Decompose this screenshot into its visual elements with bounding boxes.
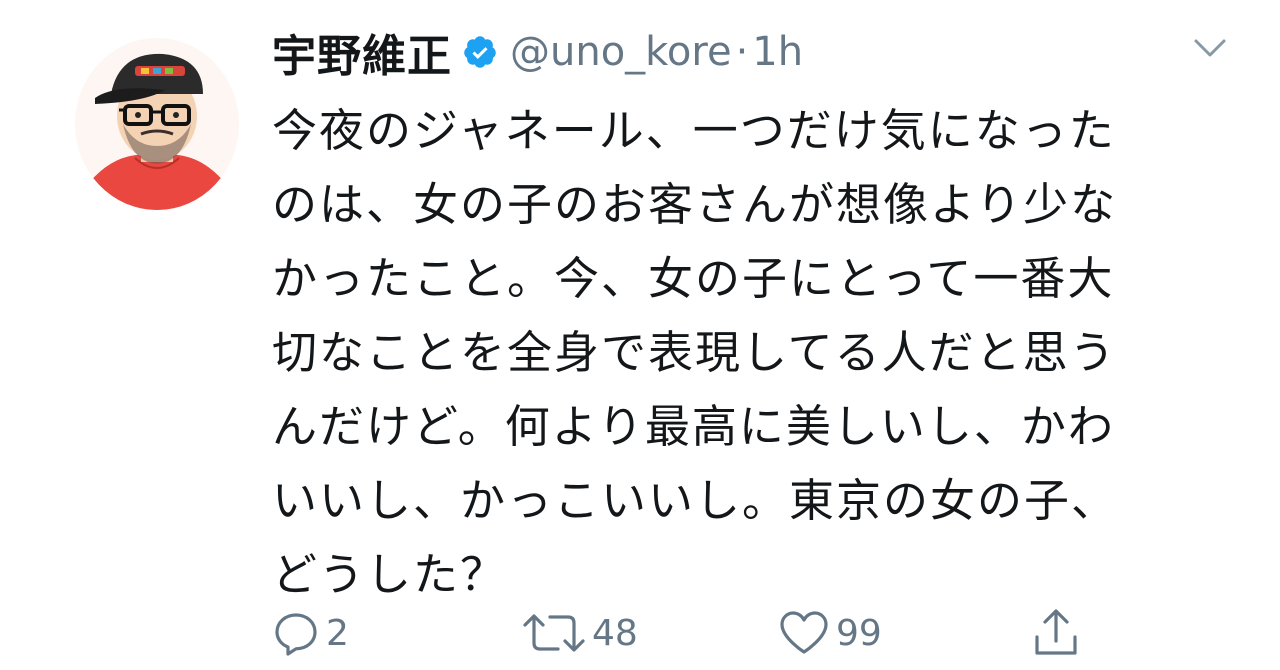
tweet-text-line: かったこと。今、女の子にとって一番大 — [272, 252, 1115, 305]
tweet-card[interactable]: 宇野維正 @uno_kore · 1h 今夜のジャネール、一つだけ気になった の… — [0, 0, 1280, 670]
display-name[interactable]: 宇野維正 — [272, 20, 452, 84]
share-icon — [1032, 607, 1080, 659]
avatar[interactable] — [75, 38, 239, 210]
tweet-text-line: んだけど。何より最高に美しいし、かわ — [272, 400, 1115, 453]
reply-count: 2 — [326, 612, 349, 654]
tweet-header: 宇野維正 @uno_kore · 1h — [272, 20, 803, 84]
like-count: 99 — [836, 612, 882, 654]
avatar-illustration — [75, 53, 239, 210]
tweet-text-line: 切なことを全身で表現してる人だと思う — [272, 326, 1117, 379]
tweet-text-line: のは、女の子のお客さんが想像より少な — [272, 178, 1118, 231]
tweet-actions: 2 48 99 — [272, 605, 1112, 661]
heart-icon — [778, 609, 830, 657]
tweet-text: 今夜のジャネール、一つだけ気になった のは、女の子のお客さんが想像より少な かっ… — [272, 94, 1202, 612]
user-handle[interactable]: @uno_kore — [510, 29, 732, 75]
tweet-text-line: 今夜のジャネール、一つだけ気になった — [272, 104, 1116, 157]
share-button[interactable] — [1032, 605, 1080, 661]
chevron-down-icon[interactable] — [1192, 36, 1228, 60]
retweet-count: 48 — [592, 612, 638, 654]
tweet-text-line: どうした？ — [272, 548, 508, 601]
separator-dot: · — [735, 29, 749, 75]
reply-button[interactable]: 2 — [272, 605, 349, 661]
reply-icon — [272, 609, 320, 657]
like-button[interactable]: 99 — [778, 605, 882, 661]
retweet-button[interactable]: 48 — [522, 605, 638, 661]
verified-badge-icon — [462, 34, 498, 70]
retweet-icon — [522, 609, 586, 657]
tweet-text-line: いいし、かっこいいし。東京の女の子、 — [272, 474, 1119, 527]
timestamp[interactable]: 1h — [752, 29, 803, 75]
